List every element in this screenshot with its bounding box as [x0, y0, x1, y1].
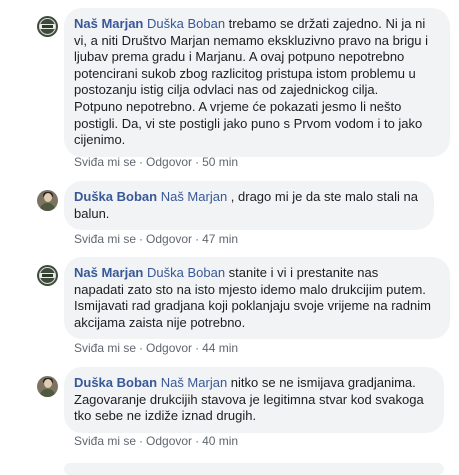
avatar[interactable] [37, 190, 58, 211]
comment-actions: Sviđa mi se · Odgovor · 40 min [74, 433, 238, 449]
separator-dot: · [139, 232, 144, 246]
comment-actions: Sviđa mi se · Odgovor · 50 min [74, 154, 238, 170]
like-button[interactable]: Sviđa mi se [74, 434, 136, 448]
comment-timestamp[interactable]: 47 min [202, 232, 238, 246]
comment-mention[interactable]: Naš Marjan [161, 375, 227, 390]
comment-bubble: Duška Boban Naš Marjan nitko se ne ismij… [64, 367, 444, 433]
separator-dot: · [195, 434, 200, 448]
comment-author[interactable]: Naš Marjan [74, 265, 143, 280]
separator-dot: · [195, 155, 200, 169]
user-photo-icon [44, 379, 52, 388]
comment-mention[interactable]: Duška Boban [147, 265, 225, 280]
comment-author[interactable]: Duška Boban [74, 375, 157, 390]
next-comment-bubble [64, 463, 444, 475]
reply-button[interactable]: Odgovor [146, 434, 192, 448]
comment-timestamp[interactable]: 44 min [202, 341, 238, 355]
like-button[interactable]: Sviđa mi se [74, 155, 136, 169]
reply-button[interactable]: Odgovor [146, 155, 192, 169]
comment-actions: Sviđa mi se · Odgovor · 47 min [74, 231, 238, 247]
separator-dot: · [195, 341, 200, 355]
comment-bubble: Naš Marjan Duška Boban trebamo se držati… [64, 8, 450, 157]
comment-author[interactable]: Duška Boban [74, 189, 157, 204]
like-button[interactable]: Sviđa mi se [74, 232, 136, 246]
like-button[interactable]: Sviđa mi se [74, 341, 136, 355]
comment-text: trebamo se držati zajedno. Ni ja ni vi, … [74, 16, 429, 148]
avatar[interactable] [37, 16, 58, 37]
comment-mention[interactable]: Naš Marjan [161, 189, 227, 204]
comment-actions: Sviđa mi se · Odgovor · 44 min [74, 340, 238, 356]
separator-dot: · [139, 341, 144, 355]
separator-dot: · [139, 434, 144, 448]
comment-author[interactable]: Naš Marjan [74, 16, 143, 31]
separator-dot: · [139, 155, 144, 169]
reply-button[interactable]: Odgovor [146, 341, 192, 355]
avatar[interactable] [37, 376, 58, 397]
comment-mention[interactable]: Duška Boban [147, 16, 225, 31]
user-photo-icon [44, 193, 52, 202]
reply-button[interactable]: Odgovor [146, 232, 192, 246]
avatar[interactable] [37, 265, 58, 286]
separator-dot: · [195, 232, 200, 246]
comment-bubble: Duška Boban Naš Marjan , drago mi je da … [64, 181, 434, 231]
comment-timestamp[interactable]: 40 min [202, 434, 238, 448]
comment-timestamp[interactable]: 50 min [202, 155, 238, 169]
comment-bubble: Naš Marjan Duška Boban stanite i vi i pr… [64, 257, 450, 340]
